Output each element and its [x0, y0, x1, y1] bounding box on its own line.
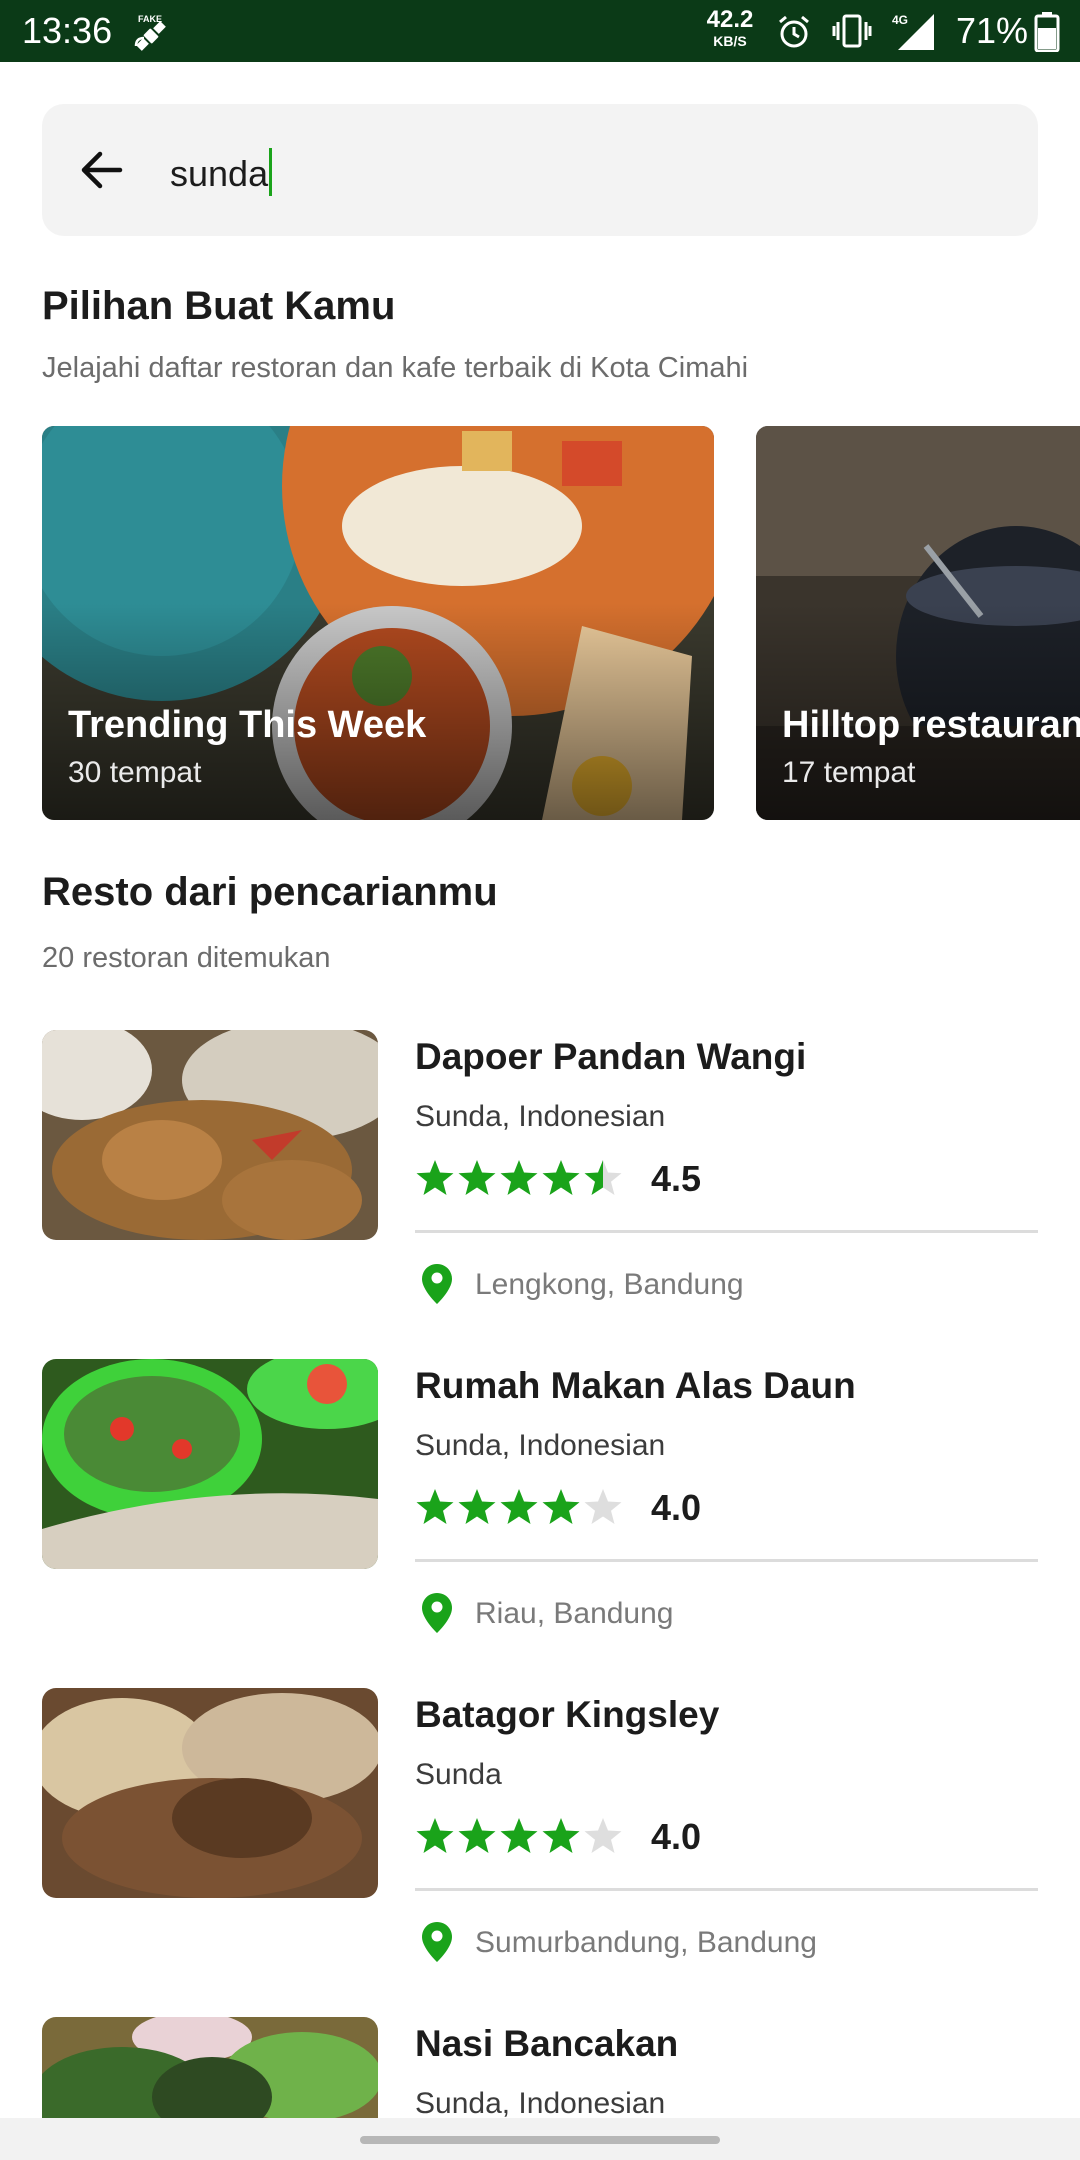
restaurant-rating: 4.5 — [651, 1158, 702, 1199]
restaurant-rating: 4.0 — [651, 1487, 702, 1528]
restaurant-name: Batagor Kingsley — [415, 1694, 720, 1735]
location-pin-icon — [422, 1593, 452, 1633]
alarm-icon — [779, 15, 809, 48]
svg-text:4G: 4G — [892, 13, 908, 27]
collection-title: Hilltop restaurants — [782, 704, 1080, 746]
star-icon — [584, 1489, 622, 1524]
status-time: 13:36 — [22, 10, 113, 51]
location-pin-icon — [422, 1264, 452, 1304]
star-icon — [500, 1818, 538, 1853]
restaurant-location: Sumurbandung, Bandung — [475, 1926, 817, 1959]
restaurant-list-item[interactable]: Nasi Bancakan Sunda, Indonesian — [0, 2017, 1080, 2118]
restaurant-cuisine: Sunda — [415, 1758, 502, 1791]
restaurant-rating: 4.0 — [651, 1816, 702, 1857]
restaurant-cuisine: Sunda, Indonesian — [415, 1429, 666, 1462]
star-icon — [458, 1818, 496, 1853]
star-icon — [458, 1489, 496, 1524]
network-speed: 42.2 KB/S — [706, 6, 754, 49]
results-subtitle: 20 restoran ditemukan — [42, 942, 331, 974]
restaurant-list-item[interactable]: Batagor Kingsley Sunda 4.0 Sumurbandung,… — [0, 1688, 1080, 1988]
star-icon — [416, 1818, 454, 1853]
star-icon — [500, 1160, 538, 1195]
status-bar: 13:36 FAKE 42.2 KB/S 4G 71% — [0, 0, 1080, 62]
star-icon — [542, 1160, 580, 1195]
restaurant-name: Nasi Bancakan — [415, 2023, 679, 2064]
restaurant-name: Rumah Makan Alas Daun — [415, 1365, 856, 1406]
restaurant-photo — [42, 1359, 378, 1569]
divider — [415, 1888, 1038, 1891]
results-title: Resto dari pencarianmu — [42, 870, 498, 914]
divider — [415, 1230, 1038, 1233]
collection-card-hilltop[interactable]: Hilltop restaurants 17 tempat — [756, 426, 1080, 820]
star-icon — [584, 1160, 622, 1195]
fake-gps-satellite-icon: FAKE — [134, 14, 166, 51]
collection-title: Trending This Week — [68, 704, 427, 746]
location-pin-icon — [422, 1922, 452, 1962]
battery-percent: 71% — [956, 10, 1029, 51]
restaurant-photo — [42, 1688, 378, 1898]
collection-count: 30 tempat — [68, 756, 202, 789]
battery-icon — [1034, 12, 1060, 52]
restaurant-photo — [42, 2017, 378, 2118]
text-cursor — [269, 148, 273, 196]
gesture-navigation-bar — [0, 2118, 1080, 2160]
restaurant-name: Dapoer Pandan Wangi — [415, 1036, 807, 1077]
svg-text:FAKE: FAKE — [138, 14, 162, 24]
star-icon — [458, 1160, 496, 1195]
home-gesture-handle[interactable] — [360, 2136, 720, 2144]
vibrate-icon — [832, 14, 872, 48]
star-icon — [500, 1489, 538, 1524]
search-input[interactable]: sunda — [170, 148, 273, 196]
rating-stars — [415, 1816, 625, 1856]
star-icon — [542, 1818, 580, 1853]
arrow-back-icon[interactable] — [76, 144, 128, 196]
star-icon — [416, 1489, 454, 1524]
collection-card-trending[interactable]: Trending This Week 30 tempat — [42, 426, 714, 820]
restaurant-photo — [42, 1030, 378, 1240]
restaurant-list-item[interactable]: Dapoer Pandan Wangi Sunda, Indonesian 4.… — [0, 1030, 1080, 1330]
restaurant-location: Lengkong, Bandung — [475, 1268, 744, 1301]
picks-title: Pilihan Buat Kamu — [42, 284, 396, 328]
star-icon — [542, 1489, 580, 1524]
restaurant-list-item[interactable]: Rumah Makan Alas Daun Sunda, Indonesian … — [0, 1359, 1080, 1659]
restaurant-cuisine: Sunda, Indonesian — [415, 1100, 666, 1133]
rating-stars — [415, 1487, 625, 1527]
star-icon — [584, 1818, 622, 1853]
restaurant-cuisine: Sunda, Indonesian — [415, 2087, 666, 2118]
divider — [415, 1559, 1038, 1562]
picks-subtitle: Jelajahi daftar restoran dan kafe terbai… — [42, 352, 749, 384]
signal-4g-icon: 4G — [892, 13, 934, 50]
restaurant-location: Riau, Bandung — [475, 1597, 674, 1630]
star-icon — [416, 1160, 454, 1195]
rating-stars — [415, 1158, 625, 1198]
search-bar[interactable]: sunda — [42, 104, 1038, 236]
collection-count: 17 tempat — [782, 756, 916, 789]
